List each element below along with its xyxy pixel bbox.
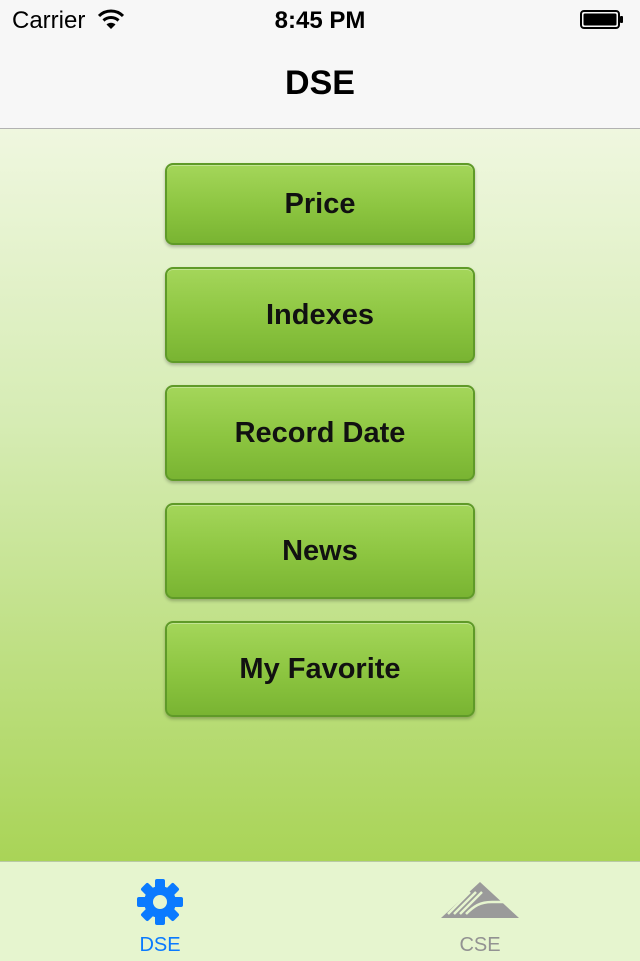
price-button[interactable]: Price	[165, 163, 475, 245]
navigation-bar: DSE	[0, 40, 640, 129]
record-date-button[interactable]: Record Date	[165, 385, 475, 481]
tab-dse[interactable]: DSE	[0, 862, 320, 961]
news-button[interactable]: News	[165, 503, 475, 599]
status-bar: Carrier 8:45 PM	[0, 0, 640, 40]
tab-cse-label: CSE	[459, 934, 501, 956]
indexes-button[interactable]: Indexes	[165, 267, 475, 363]
main-content: Price Indexes Record Date News My Favori…	[0, 129, 640, 861]
clock: 8:45 PM	[274, 7, 366, 34]
my-favorite-button[interactable]: My Favorite	[165, 621, 475, 717]
tab-cse[interactable]: CSE	[320, 862, 640, 961]
page-title: DSE	[285, 64, 355, 102]
battery-icon	[580, 10, 623, 29]
tab-bar: DSE CSE	[0, 861, 640, 961]
gear-icon	[137, 879, 183, 925]
tab-dse-label: DSE	[139, 934, 181, 956]
cse-logo-icon	[441, 882, 519, 918]
